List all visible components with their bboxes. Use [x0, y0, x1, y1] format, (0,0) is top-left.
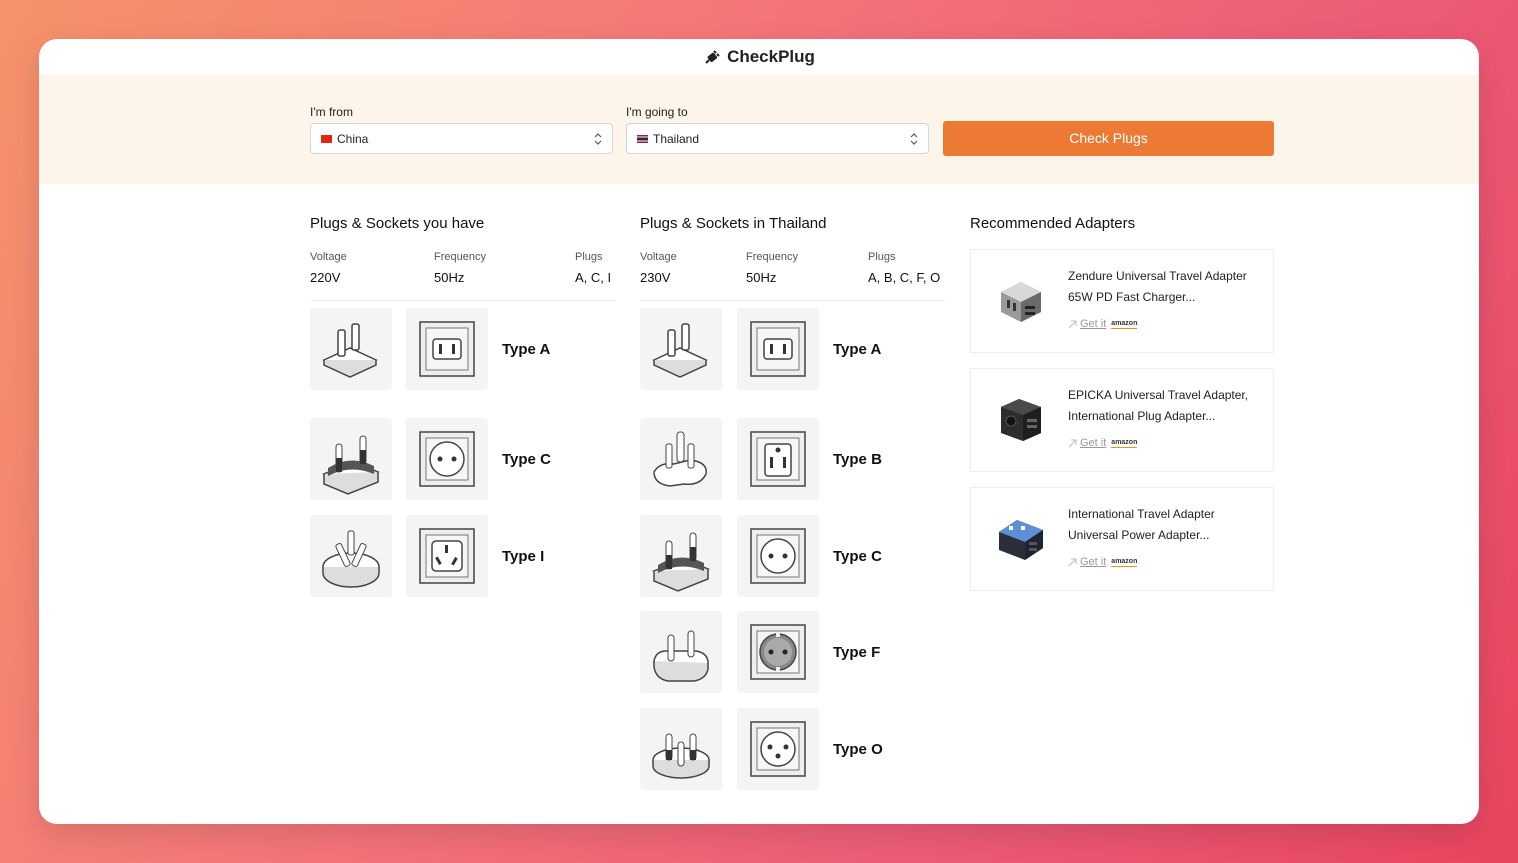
have-type-label: Type C	[502, 451, 551, 468]
amazon-logo: amazon	[1111, 557, 1138, 567]
dest-type-label: Type B	[833, 451, 882, 468]
adapter-product-image	[1001, 399, 1041, 441]
type-f-socket-image	[737, 611, 819, 693]
china-flag-icon	[321, 134, 332, 143]
adapter-card[interactable]: EPICKA Universal Travel Adapter, Interna…	[970, 368, 1274, 472]
type-a-socket-image	[737, 308, 819, 390]
divider	[640, 300, 945, 301]
type-a-socket-image	[406, 308, 488, 390]
amazon-logo: amazon	[1111, 438, 1138, 448]
dest-voltage: 230V	[640, 270, 671, 285]
amazon-logo: amazon	[1111, 319, 1138, 329]
to-country-select[interactable]: Thailand	[626, 123, 929, 154]
adapter-title: Zendure Universal Travel Adapter 65W PD …	[1068, 269, 1247, 304]
app-window: CheckPlug I'm from China I'm going to Th…	[39, 39, 1479, 824]
have-frequency: 50Hz	[434, 270, 465, 285]
dest-frequency: 50Hz	[746, 270, 777, 285]
chevron-updown-icon	[910, 132, 918, 146]
have-type-label: Type A	[502, 341, 551, 358]
adapter-card[interactable]: International Travel Adapter Universal P…	[970, 487, 1274, 591]
have-plugs: A, C, I	[575, 270, 612, 285]
thailand-flag-icon	[637, 134, 648, 143]
type-a-plug-image	[310, 308, 392, 390]
top-bar: CheckPlug	[39, 39, 1479, 75]
type-o-socket-image	[737, 708, 819, 790]
type-c-plug-image	[310, 418, 392, 500]
have-type-label: Type I	[502, 548, 545, 565]
type-i-socket-image	[406, 515, 488, 597]
dest-type-label: Type F	[833, 644, 881, 661]
get-it-text: Get it	[1080, 556, 1107, 568]
type-b-plug-image	[640, 418, 722, 500]
dest-type-label: Type A	[833, 341, 882, 358]
adapter-product-image	[999, 520, 1043, 560]
have-frequency-label: Frequency	[434, 251, 486, 263]
type-c-socket-image	[406, 418, 488, 500]
get-it-text: Get it	[1080, 437, 1107, 449]
have-voltage-label: Voltage	[310, 251, 347, 263]
to-country-value: Thailand	[653, 131, 700, 146]
dest-title: Plugs & Sockets in Thailand	[640, 215, 827, 232]
divider	[310, 300, 615, 301]
search-form: I'm from China I'm going to Thailand Che…	[39, 75, 1479, 184]
get-it-link[interactable]: Get it amazon	[1068, 437, 1138, 449]
adapters-title: Recommended Adapters	[970, 215, 1136, 232]
adapter-card[interactable]: Zendure Universal Travel Adapter 65W PD …	[970, 249, 1274, 353]
dest-type-label: Type C	[833, 548, 882, 565]
adapter-title: EPICKA Universal Travel Adapter, Interna…	[1068, 388, 1249, 423]
type-f-plug-image	[640, 611, 722, 693]
type-o-plug-image	[640, 708, 722, 790]
have-voltage: 220V	[310, 270, 341, 285]
get-it-link[interactable]: Get it amazon	[1068, 318, 1138, 330]
dest-plugs-label: Plugs	[868, 251, 896, 263]
from-country-select[interactable]: China	[310, 123, 613, 154]
type-a-plug-image	[640, 308, 722, 390]
dest-plugs: A, B, C, F, O	[868, 270, 941, 285]
chevron-updown-icon	[594, 132, 602, 146]
adapter-title: International Travel Adapter Universal P…	[1068, 507, 1215, 542]
plug-icon	[705, 50, 720, 64]
type-i-plug-image	[310, 515, 392, 597]
type-c-plug-image	[640, 515, 722, 597]
type-b-socket-image	[737, 418, 819, 500]
to-label: I'm going to	[626, 105, 688, 119]
from-country-value: China	[337, 131, 369, 146]
type-c-socket-image	[737, 515, 819, 597]
external-link-icon	[1068, 320, 1077, 328]
have-plugs-label: Plugs	[575, 251, 603, 263]
adapter-product-image	[1001, 282, 1041, 322]
dest-type-label: Type O	[833, 741, 883, 758]
external-link-icon	[1068, 558, 1077, 566]
get-it-link[interactable]: Get it amazon	[1068, 556, 1138, 568]
get-it-text: Get it	[1080, 318, 1107, 330]
have-title: Plugs & Sockets you have	[310, 215, 485, 232]
app-title: CheckPlug	[727, 47, 815, 66]
dest-frequency-label: Frequency	[746, 251, 798, 263]
external-link-icon	[1068, 439, 1077, 447]
from-label: I'm from	[310, 105, 353, 119]
check-plugs-button[interactable]: Check Plugs	[943, 121, 1274, 156]
dest-voltage-label: Voltage	[640, 251, 677, 263]
